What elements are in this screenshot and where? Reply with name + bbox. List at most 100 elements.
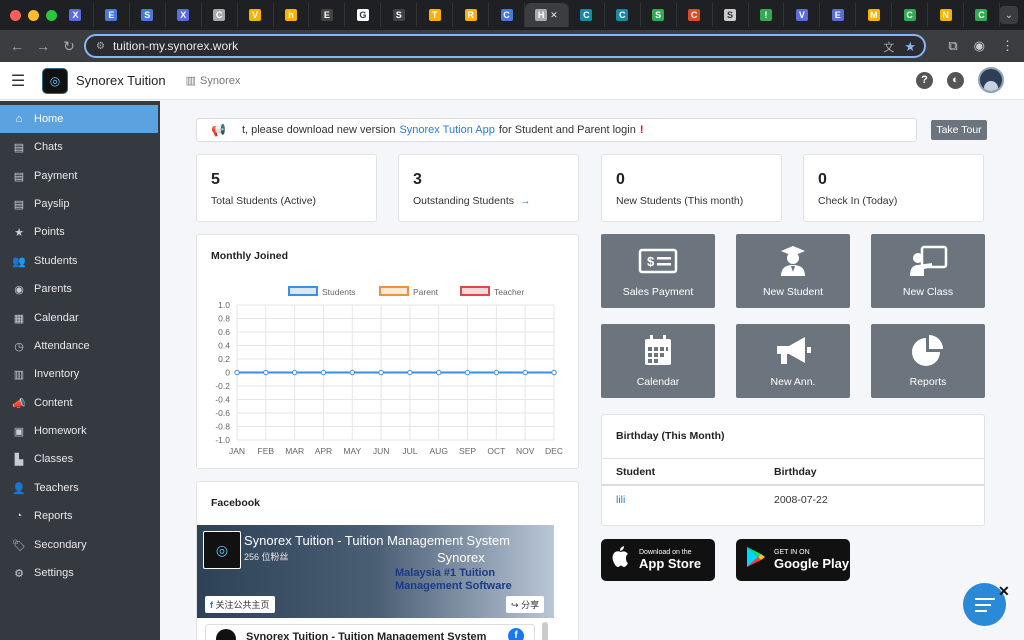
sidebar-item-chats[interactable]: ▤ Chats	[0, 133, 160, 161]
sidebar-item-classes[interactable]: ▙ Classes	[0, 445, 160, 473]
tile-new-ann[interactable]: New Ann.	[736, 324, 850, 398]
facebook-post[interactable]: Synorex Tuition - Tuition Management Sys…	[205, 624, 535, 640]
extensions-icon[interactable]: ⧉	[948, 38, 957, 54]
take-tour-button[interactable]: Take Tour	[931, 120, 987, 140]
facebook-page-cover[interactable]: ◎ Synorex Tuition - Tuition Management S…	[197, 525, 554, 618]
stat-check-in[interactable]: 0 Check In (Today)	[803, 154, 984, 222]
app-store-button[interactable]: Download on the App Store	[601, 539, 715, 581]
data-point	[551, 369, 557, 376]
monthly-joined-card: Monthly Joined Students Parent Teacher 1.0 0…	[196, 234, 579, 469]
browser-tab[interactable]: X	[58, 3, 94, 27]
browser-tab[interactable]: !	[749, 3, 785, 27]
sidebar-item-settings[interactable]: ⚙ Settings	[0, 559, 160, 587]
sidebar-item-payment[interactable]: ▤ Payment	[0, 161, 160, 189]
browser-tab[interactable]: T	[417, 3, 454, 27]
browser-tab[interactable]: G	[345, 3, 382, 27]
site-info-icon[interactable]: ⚙	[96, 41, 105, 52]
bookmark-star-icon[interactable]: ★	[904, 39, 916, 55]
synorex-logo[interactable]: ◎	[42, 67, 68, 94]
browser-tab[interactable]: C	[892, 3, 929, 27]
arrow-right-icon[interactable]: →	[520, 195, 531, 207]
branch-selector[interactable]: ▥ Synorex	[186, 74, 241, 88]
browser-tab[interactable]: V	[238, 3, 274, 27]
browser-tab[interactable]: N	[928, 3, 965, 27]
sidebar-item-points[interactable]: ★ Points	[0, 218, 160, 246]
sidebar-item-secondary[interactable]: 🏷 Secondary	[0, 530, 160, 558]
browser-tabs: XESXCVhEGSTRCH✕CCSCS!VEMCNC+	[58, 3, 1024, 27]
browser-tab[interactable]: C	[964, 3, 1000, 27]
stat-new-students[interactable]: 0 New Students (This month)	[601, 154, 782, 222]
share-button[interactable]: ↪ 分享	[506, 596, 545, 613]
browser-tab[interactable]: C	[605, 3, 641, 27]
facebook-page-name[interactable]: Synorex Tuition - Tuition Management Sys…	[244, 533, 510, 548]
tab-favicon: C	[580, 9, 593, 21]
reload-button[interactable]: ↻	[56, 38, 82, 55]
tab-close-icon[interactable]: ✕	[550, 10, 558, 21]
sidebar-item-home[interactable]: ⌂ Home	[0, 105, 158, 133]
pie-chart-icon	[908, 334, 948, 376]
menu-toggle-icon[interactable]: ☰	[0, 71, 36, 91]
forward-button[interactable]: →	[30, 38, 56, 54]
close-widget-icon[interactable]: ✕	[998, 583, 1010, 600]
tab-search-button[interactable]: ⌄	[1000, 6, 1018, 24]
browser-tab[interactable]: C	[202, 3, 238, 27]
browser-tab[interactable]: E	[94, 3, 130, 27]
sidebar-item-calendar[interactable]: ▦ Calendar	[0, 303, 160, 331]
sidebar-item-teachers[interactable]: 👤 Teachers	[0, 474, 160, 502]
sidebar-item-students[interactable]: 👥 Students	[0, 247, 160, 275]
browser-menu-icon[interactable]: ⋮	[1001, 38, 1014, 54]
close-window-button[interactable]	[10, 9, 21, 21]
back-button[interactable]: ←	[4, 38, 30, 54]
browser-tab[interactable]: C	[569, 3, 605, 27]
translate-icon[interactable]: 文	[883, 39, 894, 55]
browser-tab[interactable]: S	[381, 3, 418, 27]
stat-total-students[interactable]: 5 Total Students (Active)	[196, 154, 377, 222]
clock-icon: ◷	[14, 340, 24, 353]
stat-outstanding-students[interactable]: 3 Outstanding Students →	[398, 154, 579, 222]
profile-icon[interactable]: ◉	[974, 38, 985, 54]
sidebar-item-content[interactable]: 📣 Content	[0, 389, 160, 417]
browser-tab[interactable]: h	[274, 3, 310, 27]
browser-tab[interactable]: S	[641, 3, 677, 27]
browser-tab[interactable]: E	[309, 3, 346, 27]
maximize-window-button[interactable]	[46, 9, 57, 21]
tile-sales-payment[interactable]: $ Sales Payment	[601, 234, 715, 308]
browser-tab[interactable]: C	[489, 3, 525, 27]
browser-tab[interactable]: V	[784, 3, 821, 27]
user-avatar[interactable]	[978, 67, 1004, 93]
google-play-small-text: GET IN ON	[774, 549, 810, 556]
student-link[interactable]: lili	[602, 494, 774, 506]
browser-tab[interactable]: R	[453, 3, 490, 27]
help-icon[interactable]: ?	[916, 71, 933, 89]
sidebar-item-label: Reports	[34, 510, 73, 523]
brand-name[interactable]: Synorex Tuition	[76, 73, 166, 88]
browser-tab[interactable]: C	[677, 3, 713, 27]
stat-value: 0	[616, 171, 625, 188]
browser-tab[interactable]: E	[820, 3, 857, 27]
sidebar-item-payslip[interactable]: ▤ Payslip	[0, 190, 160, 218]
sidebar-item-attendance[interactable]: ◷ Attendance	[0, 332, 160, 360]
tile-new-class[interactable]: New Class	[871, 234, 985, 308]
browser-tab[interactable]: X	[166, 3, 202, 27]
address-bar[interactable]: ⚙ tuition-my.synorex.work 文 ★	[84, 34, 926, 58]
browser-tab[interactable]: M	[856, 3, 893, 27]
follow-page-button[interactable]: f 关注公共主页	[205, 596, 275, 613]
tile-reports[interactable]: Reports	[871, 324, 985, 398]
browser-tab[interactable]: S	[130, 3, 166, 27]
globe-icon[interactable]: ◐	[947, 71, 964, 89]
browser-tab[interactable]: H ✕	[524, 3, 569, 27]
facebook-scrollbar[interactable]	[542, 622, 548, 640]
tile-new-student[interactable]: New Student	[736, 234, 850, 308]
tab-favicon: !	[759, 9, 772, 21]
browser-tab[interactable]: S	[713, 3, 749, 27]
sidebar-item-homework[interactable]: ▣ Homework	[0, 417, 160, 445]
tile-calendar[interactable]: Calendar	[601, 324, 715, 398]
google-play-button[interactable]: GET IN ON Google Play	[736, 539, 850, 581]
app-download-link[interactable]: Synorex Tution App	[399, 124, 494, 136]
stat-label: Outstanding Students	[413, 195, 514, 207]
sidebar-item-reports[interactable]: ◔ Reports	[0, 502, 160, 530]
minimize-window-button[interactable]	[28, 9, 39, 21]
sidebar-item-parents[interactable]: ◉ Parents	[0, 275, 160, 303]
tab-favicon: E	[831, 9, 844, 21]
sidebar-item-inventory[interactable]: ▥ Inventory	[0, 360, 160, 388]
